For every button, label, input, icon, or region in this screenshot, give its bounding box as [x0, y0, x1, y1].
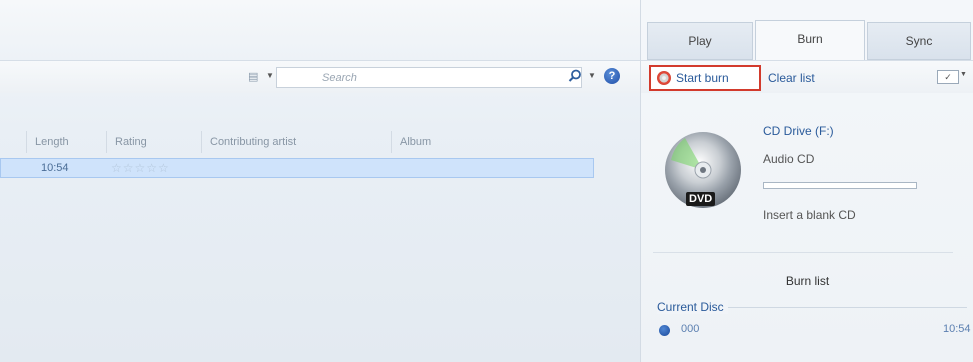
view-options-icon[interactable]: ▤ [248, 72, 262, 83]
insert-disc-message: Insert a blank CD [763, 208, 856, 222]
library-top-band [0, 0, 640, 60]
list-pane-tabs: Play Burn Sync [641, 18, 973, 62]
list-options-dropdown-arrow[interactable]: ▼ [960, 71, 967, 78]
track-length: 10:54 [41, 162, 69, 174]
disc-info: DVD CD Drive (F:) Audio CD Insert a blan… [641, 96, 973, 256]
burn-list-item-name[interactable]: 000 [681, 323, 699, 335]
media-type: Audio CD [763, 152, 815, 166]
column-header-rating[interactable]: Rating [106, 131, 201, 153]
column-header-length[interactable]: Length [26, 131, 106, 153]
clear-list-button[interactable]: Clear list [768, 71, 815, 85]
burn-list-title: Burn list [785, 274, 830, 288]
start-burn-label: Start burn [676, 71, 729, 85]
start-burn-button[interactable]: Start burn [649, 65, 761, 91]
column-header-album[interactable]: Album [391, 131, 631, 153]
search-input[interactable] [277, 68, 547, 87]
burn-toolbar: Start burn Clear list ✓ ▼ [641, 60, 973, 93]
help-icon[interactable]: ? [604, 68, 620, 84]
burn-progress-bar [763, 182, 917, 189]
tab-play[interactable]: Play [647, 22, 753, 60]
rating-stars[interactable]: ☆☆☆☆☆ [111, 161, 170, 175]
divider [653, 252, 953, 253]
library-toolbar: ▤ ▼ ▼ ? [0, 60, 640, 93]
library-pane: ▤ ▼ ▼ ? Length Rating Contributing artis… [0, 0, 640, 362]
column-header-contributing-artist[interactable]: Contributing artist [201, 131, 391, 153]
burn-disc-icon [657, 71, 671, 85]
view-options-dropdown-arrow[interactable]: ▼ [266, 71, 274, 80]
list-options-icon[interactable]: ✓ [937, 70, 959, 84]
search-box[interactable] [276, 67, 582, 88]
disc-track-icon [659, 325, 670, 336]
current-disc-label: Current Disc [657, 300, 728, 314]
tab-burn[interactable]: Burn [755, 20, 865, 62]
dvd-badge: DVD [686, 192, 716, 206]
table-row[interactable]: 10:54 ☆☆☆☆☆ [0, 158, 594, 178]
drive-name-link[interactable]: CD Drive (F:) [763, 124, 834, 138]
list-pane: Play Burn Sync Start burn Clear list ✓ ▼ [640, 0, 973, 362]
column-header-row: Length Rating Contributing artist Album [0, 131, 640, 153]
search-icon[interactable] [568, 69, 582, 83]
tab-sync[interactable]: Sync [867, 22, 971, 60]
search-dropdown-arrow[interactable]: ▼ [588, 71, 596, 80]
burn-list-item-duration: 10:54 [943, 323, 971, 335]
